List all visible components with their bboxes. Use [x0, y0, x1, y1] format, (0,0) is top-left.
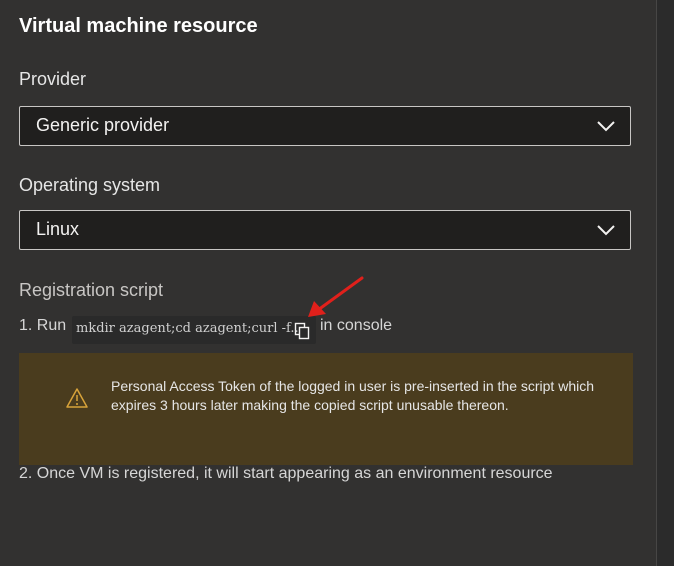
operating-system-dropdown[interactable]: Linux	[19, 210, 631, 250]
vm-resource-panel: Virtual machine resource Provider Generi…	[0, 0, 656, 566]
registration-script-title: Registration script	[19, 280, 164, 300]
chevron-down-icon	[597, 121, 615, 132]
provider-value: Generic provider	[36, 115, 170, 135]
panel-divider	[656, 0, 657, 566]
step-1-prefix: 1. Run	[19, 317, 67, 334]
provider-label: Provider	[19, 69, 87, 89]
scrollbar-track[interactable]	[656, 0, 674, 566]
red-arrow-annotation	[308, 276, 364, 317]
operating-system-value: Linux	[36, 219, 80, 239]
provider-dropdown[interactable]: Generic provider	[19, 106, 631, 146]
panel-title: Virtual machine resource	[19, 15, 258, 37]
script-preview-box: mkdir azagent;cd azagent;curl -f...	[72, 316, 316, 344]
chevron-down-icon	[597, 225, 615, 236]
step-2-text: 2. Once VM is registered, it will start …	[19, 465, 553, 482]
operating-system-label: Operating system	[19, 175, 161, 195]
script-preview-text: mkdir azagent;cd azagent;curl -f...	[76, 321, 303, 336]
warning-icon	[66, 388, 88, 408]
warning-message-bar: Personal Access Token of the logged in u…	[19, 353, 633, 465]
warning-text: Personal Access Token of the logged in u…	[111, 378, 594, 413]
